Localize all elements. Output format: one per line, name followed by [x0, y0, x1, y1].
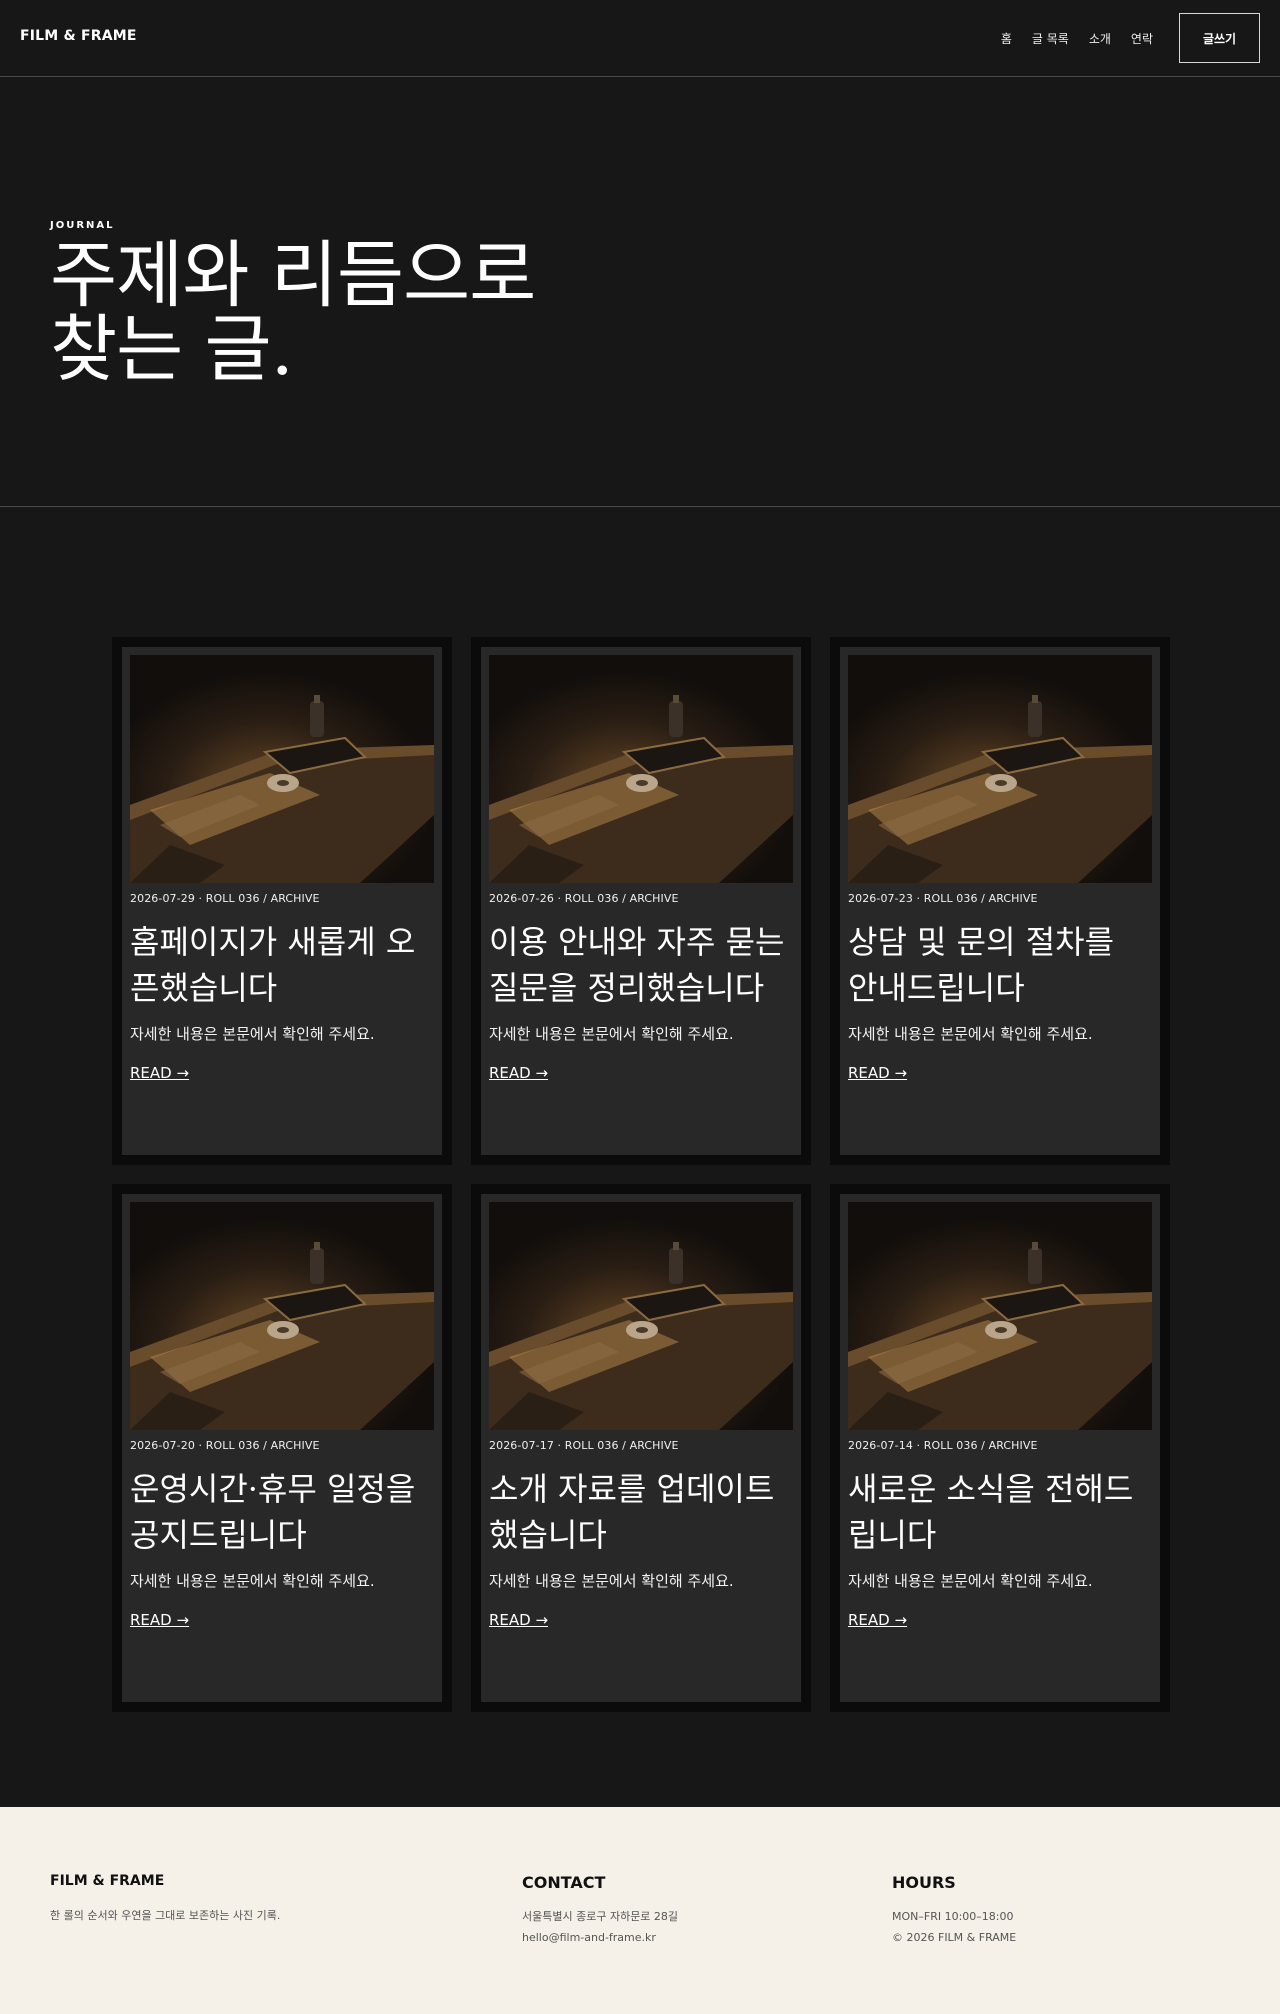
page-title-line-2: 찾는 글.	[50, 307, 294, 392]
post-card-body: 2026-07-29 · ROLL 036 / ARCHIVE 홈페이지가 새롭…	[122, 647, 442, 1155]
post-title[interactable]: 이용 안내와 자주 묻는 질문을 정리했습니다	[489, 919, 793, 1011]
footer-brand: FILM & FRAME	[50, 1873, 165, 1889]
post-card[interactable]: 2026-07-26 · ROLL 036 / ARCHIVE 이용 안내와 자…	[471, 637, 811, 1165]
post-thumbnail[interactable]	[848, 655, 1152, 883]
nav-about-link[interactable]: 소개	[1089, 30, 1111, 47]
post-meta: 2026-07-23 · ROLL 036 / ARCHIVE	[848, 892, 1038, 905]
top-navigation-bar: FILM & FRAME 홈 글 목록 소개 연락 글쓰기	[0, 0, 1280, 77]
post-title[interactable]: 소개 자료를 업데이트했습니다	[489, 1466, 793, 1558]
post-thumbnail[interactable]	[848, 1202, 1152, 1430]
post-thumbnail[interactable]	[130, 655, 434, 883]
post-meta: 2026-07-14 · ROLL 036 / ARCHIVE	[848, 1439, 1038, 1452]
page-title-line-1: 주제와 리듬으로	[50, 233, 536, 318]
footer-contact-heading: CONTACT	[522, 1873, 606, 1892]
footer-copyright: © 2026 FILM & FRAME	[892, 1931, 1017, 1944]
post-excerpt: 자세한 내용은 본문에서 확인해 주세요.	[489, 1025, 734, 1043]
post-card-body: 2026-07-14 · ROLL 036 / ARCHIVE 새로운 소식을 …	[840, 1194, 1160, 1702]
main-nav: 홈 글 목록 소개 연락 글쓰기	[1001, 13, 1260, 63]
post-thumbnail[interactable]	[489, 1202, 793, 1430]
post-meta: 2026-07-17 · ROLL 036 / ARCHIVE	[489, 1439, 679, 1452]
post-title[interactable]: 홈페이지가 새롭게 오픈했습니다	[130, 919, 434, 1011]
post-title[interactable]: 운영시간·휴무 일정을 공지드립니다	[130, 1466, 434, 1558]
footer-contact-column: CONTACT 서울특별시 종로구 자하문로 28길 hello@film-an…	[522, 1873, 678, 1948]
write-post-button[interactable]: 글쓰기	[1179, 13, 1260, 63]
site-footer: FILM & FRAME 한 롤의 순서와 우연을 그대로 보존하는 사진 기록…	[0, 1807, 1280, 2014]
footer-hours-heading: HOURS	[892, 1873, 956, 1892]
read-more-link[interactable]: READ →	[489, 1611, 548, 1629]
post-meta: 2026-07-29 · ROLL 036 / ARCHIVE	[130, 892, 320, 905]
post-card[interactable]: 2026-07-23 · ROLL 036 / ARCHIVE 상담 및 문의 …	[830, 637, 1170, 1165]
post-card-body: 2026-07-23 · ROLL 036 / ARCHIVE 상담 및 문의 …	[840, 647, 1160, 1155]
post-excerpt: 자세한 내용은 본문에서 확인해 주세요.	[130, 1025, 375, 1043]
post-meta: 2026-07-26 · ROLL 036 / ARCHIVE	[489, 892, 679, 905]
post-card-body: 2026-07-20 · ROLL 036 / ARCHIVE 운영시간·휴무 …	[122, 1194, 442, 1702]
post-thumbnail[interactable]	[130, 1202, 434, 1430]
post-excerpt: 자세한 내용은 본문에서 확인해 주세요.	[848, 1572, 1093, 1590]
read-more-link[interactable]: READ →	[130, 1611, 189, 1629]
footer-hours-column: HOURS MON–FRI 10:00–18:00 © 2026 FILM & …	[892, 1873, 1016, 1948]
read-more-link[interactable]: READ →	[848, 1064, 907, 1082]
post-excerpt: 자세한 내용은 본문에서 확인해 주세요.	[489, 1572, 734, 1590]
nav-posts-link[interactable]: 글 목록	[1032, 30, 1069, 47]
footer-brand-column: FILM & FRAME 한 롤의 순서와 우연을 그대로 보존하는 사진 기록…	[50, 1873, 280, 1926]
post-title[interactable]: 상담 및 문의 절차를 안내드립니다	[848, 919, 1152, 1011]
footer-hours: MON–FRI 10:00–18:00	[892, 1910, 1014, 1923]
post-card[interactable]: 2026-07-29 · ROLL 036 / ARCHIVE 홈페이지가 새롭…	[112, 637, 452, 1165]
post-card[interactable]: 2026-07-17 · ROLL 036 / ARCHIVE 소개 자료를 업…	[471, 1184, 811, 1712]
nav-home-link[interactable]: 홈	[1001, 30, 1012, 47]
post-card-body: 2026-07-26 · ROLL 036 / ARCHIVE 이용 안내와 자…	[481, 647, 801, 1155]
post-card-body: 2026-07-17 · ROLL 036 / ARCHIVE 소개 자료를 업…	[481, 1194, 801, 1702]
post-excerpt: 자세한 내용은 본문에서 확인해 주세요.	[848, 1025, 1093, 1043]
footer-tagline: 한 롤의 순서와 우연을 그대로 보존하는 사진 기록.	[50, 1909, 281, 1922]
post-excerpt: 자세한 내용은 본문에서 확인해 주세요.	[130, 1572, 375, 1590]
post-card[interactable]: 2026-07-20 · ROLL 036 / ARCHIVE 운영시간·휴무 …	[112, 1184, 452, 1712]
post-title[interactable]: 새로운 소식을 전해드립니다	[848, 1466, 1152, 1558]
hero-section: JOURNAL 주제와 리듬으로 찾는 글.	[0, 77, 1280, 507]
post-thumbnail[interactable]	[489, 655, 793, 883]
read-more-link[interactable]: READ →	[848, 1611, 907, 1629]
read-more-link[interactable]: READ →	[489, 1064, 548, 1082]
read-more-link[interactable]: READ →	[130, 1064, 189, 1082]
post-meta: 2026-07-20 · ROLL 036 / ARCHIVE	[130, 1439, 320, 1452]
footer-email-link[interactable]: hello@film-and-frame.kr	[522, 1927, 678, 1948]
nav-contact-link[interactable]: 연락	[1131, 30, 1153, 47]
post-card[interactable]: 2026-07-14 · ROLL 036 / ARCHIVE 새로운 소식을 …	[830, 1184, 1170, 1712]
page-title: 주제와 리듬으로 찾는 글.	[50, 239, 536, 387]
hero-eyebrow: JOURNAL	[50, 220, 115, 231]
site-logo[interactable]: FILM & FRAME	[20, 28, 137, 44]
footer-address: 서울특별시 종로구 자하문로 28길	[522, 1910, 679, 1923]
post-grid: 2026-07-29 · ROLL 036 / ARCHIVE 홈페이지가 새롭…	[112, 637, 1170, 1712]
